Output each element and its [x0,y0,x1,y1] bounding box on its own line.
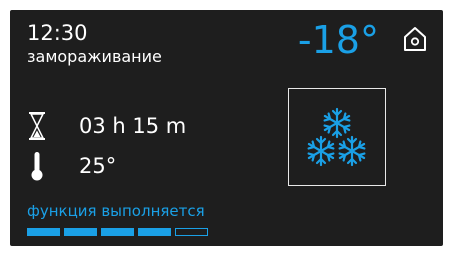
program-button[interactable] [288,88,386,186]
temperature-setpoint[interactable]: -18° [298,18,379,62]
timer-row[interactable]: 03 h 15 m [27,110,186,142]
progress-segment [27,228,60,236]
temperature-value: 25° [79,154,117,178]
hourglass-icon [27,110,49,142]
progress-segment [64,228,97,236]
progress-segment [138,228,171,236]
progress-segment [101,228,134,236]
temperature-row[interactable]: 25° [27,150,116,182]
display-screen: 12:30 замораживание -18° 03 h 15 m 25° ф… [10,10,443,246]
clock-time: 12:30 [27,21,88,45]
home-icon [404,27,426,51]
progress-bar [27,228,208,236]
timer-value: 03 h 15 m [79,114,187,138]
status-text: функция выполняется [27,202,205,220]
thermometer-icon [27,150,49,182]
snowflakes-icon [307,107,366,167]
home-button[interactable] [402,25,428,53]
progress-segment [175,228,208,236]
mode-label: замораживание [27,47,162,66]
